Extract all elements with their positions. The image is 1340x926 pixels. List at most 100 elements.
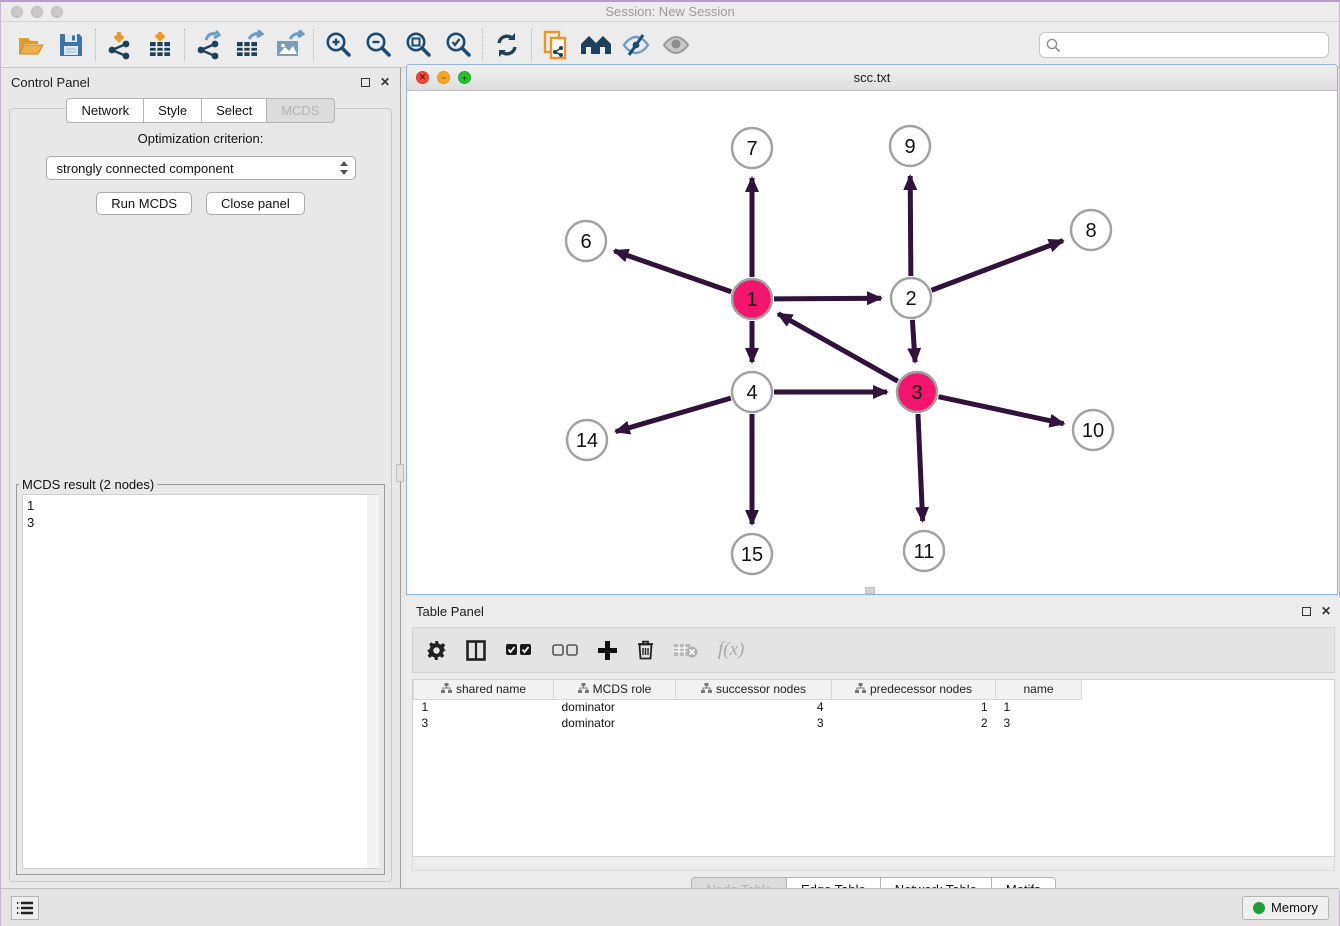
toolbar-separator (95, 29, 96, 61)
column-header-shared-name[interactable]: shared name (414, 680, 554, 699)
tab-mcds[interactable]: MCDS (266, 98, 334, 123)
graph-edge-1-2[interactable] (774, 298, 881, 299)
export-table-icon[interactable] (229, 27, 269, 63)
home-layout-icon[interactable] (576, 27, 616, 63)
zoom-out-icon[interactable] (358, 27, 398, 63)
graph-edge-2-3[interactable] (912, 320, 915, 362)
table-toolbar: f(x) (412, 627, 1335, 673)
deselect-all-icon[interactable] (552, 644, 578, 657)
delete-table-icon[interactable] (674, 642, 698, 658)
hide-selected-icon[interactable] (616, 27, 656, 63)
os-titlebar: Session: New Session (1, 2, 1339, 22)
graph-node-15[interactable]: 15 (732, 534, 772, 574)
canvas-hscroll-thumb[interactable] (865, 587, 875, 594)
graph-node-10[interactable]: 10 (1073, 410, 1113, 450)
table-cell[interactable]: 3 (676, 715, 832, 731)
control-panel-title: Control Panel (11, 75, 90, 90)
clone-network-icon[interactable] (536, 27, 576, 63)
svg-text:14: 14 (576, 430, 598, 452)
task-history-button[interactable] (11, 896, 39, 920)
graph-node-8[interactable]: 8 (1071, 210, 1111, 250)
columns-icon[interactable] (466, 640, 486, 661)
tab-select[interactable]: Select (201, 98, 266, 123)
svg-text:4: 4 (746, 382, 757, 404)
mcds-tab-panel: Optimization criterion: strongly connect… (9, 108, 392, 882)
refresh-icon[interactable] (487, 27, 527, 63)
table-cell[interactable]: dominator (554, 715, 676, 731)
table-panel: Table Panel ✕ (406, 597, 1340, 890)
result-scrollbar[interactable] (367, 495, 379, 868)
column-header-name[interactable]: name (996, 680, 1082, 699)
table-panel-title: Table Panel (416, 604, 484, 619)
svg-text:11: 11 (914, 541, 935, 563)
table-panel-float-button[interactable] (1302, 607, 1311, 616)
session-title: Session: New Session (1, 4, 1339, 19)
column-header-predecessor-nodes[interactable]: predecessor nodes (832, 680, 996, 699)
svg-text:3: 3 (911, 382, 922, 404)
graph-edge-2-8[interactable] (932, 241, 1063, 291)
run-mcds-button[interactable]: Run MCDS (96, 192, 192, 215)
tab-network[interactable]: Network (66, 98, 143, 123)
open-session-icon[interactable] (11, 27, 51, 63)
column-header-successor-nodes[interactable]: successor nodes (676, 680, 832, 699)
table-panel-close-icon[interactable]: ✕ (1321, 605, 1331, 617)
graph-edge-4-14[interactable] (616, 398, 731, 431)
graph-node-4[interactable]: 4 (732, 372, 772, 412)
graph-edge-3-11[interactable] (918, 414, 923, 521)
graph-node-1[interactable]: 1 (732, 279, 772, 319)
graph-node-3[interactable]: 3 (897, 372, 937, 412)
table-row[interactable]: 1dominator411 (414, 699, 1082, 715)
table-cell[interactable]: 1 (996, 699, 1082, 715)
network-canvas[interactable]: 7 9 6 8 1 2 4 3 14 10 15 11 (407, 91, 1337, 594)
svg-text:15: 15 (741, 544, 763, 566)
save-session-icon[interactable] (51, 27, 91, 63)
zoom-in-icon[interactable] (318, 27, 358, 63)
column-header-MCDS-role[interactable]: MCDS role (554, 680, 676, 699)
import-network-icon[interactable] (100, 27, 140, 63)
graph-node-2[interactable]: 2 (891, 278, 931, 318)
graph-edge-3-10[interactable] (939, 397, 1064, 424)
memory-button[interactable]: Memory (1242, 896, 1329, 920)
select-all-icon[interactable] (506, 644, 532, 657)
graph-node-14[interactable]: 14 (567, 420, 607, 460)
import-table-icon[interactable] (140, 27, 180, 63)
graph-node-9[interactable]: 9 (890, 126, 930, 166)
graph-node-11[interactable]: 11 (904, 531, 944, 571)
select-chevrons-icon (339, 160, 349, 176)
show-all-icon[interactable] (656, 27, 696, 63)
gear-icon[interactable] (427, 641, 446, 660)
close-panel-button[interactable]: Close panel (206, 192, 305, 215)
criterion-select[interactable]: strongly connected component (46, 156, 356, 180)
table-cell[interactable]: 2 (832, 715, 996, 731)
add-column-icon[interactable] (598, 641, 617, 660)
export-network-icon[interactable] (189, 27, 229, 63)
delete-column-icon[interactable] (637, 640, 654, 660)
memory-label: Memory (1271, 900, 1318, 915)
graph-edge-2-9[interactable] (910, 176, 911, 276)
graph-node-7[interactable]: 7 (732, 128, 772, 168)
table-cell[interactable]: dominator (554, 699, 676, 715)
control-panel-float-button[interactable] (361, 78, 370, 87)
search-input[interactable] (1039, 32, 1329, 58)
function-builder-icon[interactable]: f(x) (718, 639, 744, 661)
graph-node-6[interactable]: 6 (566, 221, 606, 261)
table-cell[interactable]: 1 (414, 699, 554, 715)
zoom-fit-icon[interactable] (398, 27, 438, 63)
table-row[interactable]: 3dominator323 (414, 715, 1082, 731)
network-view-window: ✕ − + scc.txt 7 9 6 8 1 2 4 3 14 10 15 11 (406, 64, 1338, 595)
control-panel-close-icon[interactable]: ✕ (380, 76, 390, 88)
toolbar-separator (482, 29, 483, 61)
table-cell[interactable]: 3 (414, 715, 554, 731)
table-hscroll-track[interactable] (412, 857, 1335, 871)
graph-edge-1-6[interactable] (614, 251, 731, 292)
tab-style[interactable]: Style (143, 98, 201, 123)
export-image-icon[interactable] (269, 27, 309, 63)
panel-splitter-handle[interactable] (396, 464, 404, 482)
network-window-titlebar[interactable]: ✕ − + scc.txt (407, 65, 1337, 91)
graph-edge-3-1[interactable] (778, 314, 898, 381)
table-cell[interactable]: 4 (676, 699, 832, 715)
table-cell[interactable]: 3 (996, 715, 1082, 731)
zoom-selected-icon[interactable] (438, 27, 478, 63)
table-cell[interactable]: 1 (832, 699, 996, 715)
mcds-result-text[interactable]: 1 3 (22, 494, 379, 869)
